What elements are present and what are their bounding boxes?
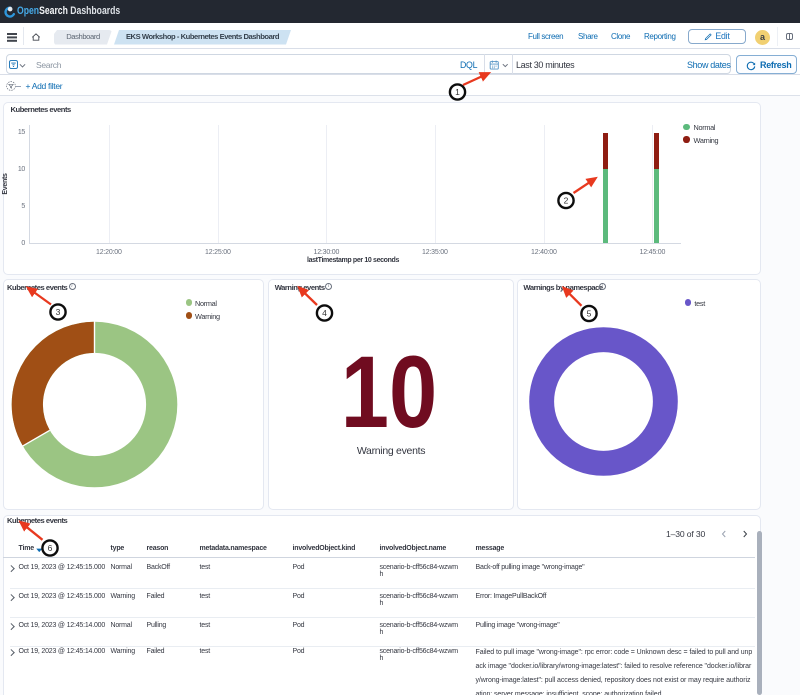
svg-text:2: 2 (564, 196, 569, 206)
svg-text:5: 5 (587, 309, 592, 319)
svg-text:3: 3 (56, 307, 61, 317)
svg-text:4: 4 (322, 308, 327, 318)
svg-text:6: 6 (48, 543, 53, 553)
svg-text:1: 1 (455, 87, 460, 97)
